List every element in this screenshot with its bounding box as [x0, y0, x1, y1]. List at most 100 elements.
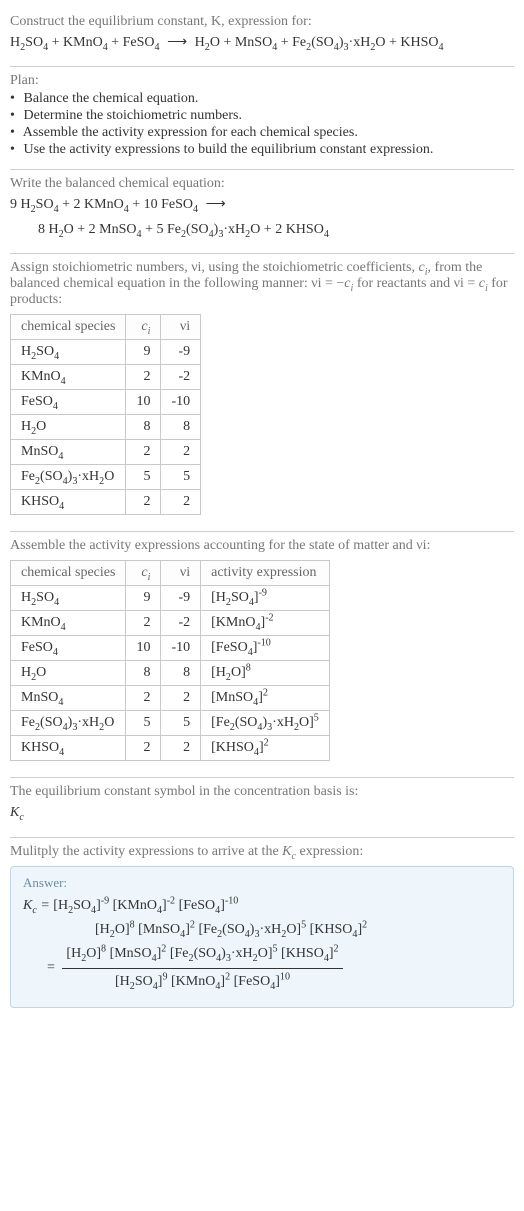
- kc-symbol-value: Kc: [10, 802, 514, 824]
- table-row: Fe2(SO4)3·xH2O55[Fe2(SO4)3·xH2O]5: [11, 711, 330, 736]
- table-row: H2O88[H2O]8: [11, 661, 330, 686]
- cell-species: H2O: [11, 415, 126, 440]
- multiply-section: Mulitply the activity expressions to arr…: [10, 838, 514, 1019]
- plan-item: • Determine the stoichiometric numbers.: [10, 108, 514, 124]
- cell-ci: 10: [126, 390, 161, 415]
- cell-vi: -10: [161, 390, 201, 415]
- cell-ci: 2: [126, 440, 161, 465]
- cell-species: FeSO4: [11, 390, 126, 415]
- cell-species: Fe2(SO4)3·xH2O: [11, 465, 126, 490]
- cell-species: KHSO4: [11, 490, 126, 515]
- table-row: KMnO42-2: [11, 365, 201, 390]
- cell-expr: [KMnO4]-2: [201, 611, 330, 636]
- bullet-icon: •: [10, 108, 20, 124]
- activity-table: chemical species ci νi activity expressi…: [10, 560, 330, 761]
- th-expr: activity expression: [201, 561, 330, 586]
- table-row: H2SO49-9: [11, 340, 201, 365]
- answer-line2: [H2O]8 [MnSO4]2 [Fe2(SO4)3·xH2O]5 [KHSO4…: [95, 919, 501, 941]
- cell-vi: -10: [161, 636, 201, 661]
- table-row: H2SO49-9[H2SO4]-9: [11, 586, 330, 611]
- prompt-equation: H2SO4 + KMnO4 + FeSO4 ⟶ H2O + MnSO4 + Fe…: [10, 32, 514, 54]
- cell-ci: 8: [126, 661, 161, 686]
- bullet-icon: •: [10, 142, 20, 158]
- table-row: FeSO410-10[FeSO4]-10: [11, 636, 330, 661]
- cell-species: H2SO4: [11, 340, 126, 365]
- cell-ci: 2: [126, 365, 161, 390]
- prompt-label: Construct the equilibrium constant, K, e…: [10, 14, 514, 30]
- cell-vi: 2: [161, 490, 201, 515]
- activity-title: Assemble the activity expressions accoun…: [10, 538, 514, 554]
- cell-species: MnSO4: [11, 440, 126, 465]
- cell-vi: 8: [161, 415, 201, 440]
- cell-species: KMnO4: [11, 365, 126, 390]
- prompt-section: Construct the equilibrium constant, K, e…: [10, 8, 514, 67]
- prompt-text: Construct the equilibrium constant, K, e…: [10, 14, 312, 29]
- th-species: chemical species: [11, 561, 126, 586]
- stoich-table: chemical species ci νi H2SO49-9KMnO42-2F…: [10, 314, 201, 515]
- cell-expr: [H2SO4]-9: [201, 586, 330, 611]
- balanced-eq-line2: 8 H2O + 2 MnSO4 + 5 Fe2(SO4)3·xH2O + 2 K…: [38, 219, 514, 241]
- answer-line1-factors: [H2SO4]-9 [KMnO4]-2 [FeSO4]-10: [53, 898, 238, 913]
- cell-vi: 2: [161, 736, 201, 761]
- page: Construct the equilibrium constant, K, e…: [0, 0, 524, 1026]
- cell-vi: 5: [161, 711, 201, 736]
- stoich-section: Assign stoichiometric numbers, νi, using…: [10, 254, 514, 532]
- cell-ci: 5: [126, 465, 161, 490]
- table-row: FeSO410-10: [11, 390, 201, 415]
- cell-expr: [KHSO4]2: [201, 736, 330, 761]
- cell-species: KHSO4: [11, 736, 126, 761]
- cell-species: MnSO4: [11, 686, 126, 711]
- cell-vi: -2: [161, 365, 201, 390]
- stoich-title: Assign stoichiometric numbers, νi, using…: [10, 260, 514, 308]
- equals-sign: =: [47, 960, 58, 975]
- cell-ci: 2: [126, 611, 161, 636]
- kc-symbol-section: The equilibrium constant symbol in the c…: [10, 778, 514, 837]
- cell-vi: 2: [161, 686, 201, 711]
- answer-fraction-line: = [H2O]8 [MnSO4]2 [Fe2(SO4)3·xH2O]5 [KHS…: [47, 943, 501, 993]
- table-row: H2O88: [11, 415, 201, 440]
- cell-expr: [FeSO4]-10: [201, 636, 330, 661]
- cell-ci: 2: [126, 736, 161, 761]
- cell-species: FeSO4: [11, 636, 126, 661]
- table-row: Fe2(SO4)3·xH2O55: [11, 465, 201, 490]
- kc-symbol-title: The equilibrium constant symbol in the c…: [10, 784, 514, 800]
- cell-expr: [Fe2(SO4)3·xH2O]5: [201, 711, 330, 736]
- table-row: KMnO42-2[KMnO4]-2: [11, 611, 330, 636]
- plan-title: Plan:: [10, 73, 514, 89]
- th-species: chemical species: [11, 315, 126, 340]
- answer-label: Answer:: [23, 875, 501, 891]
- plan-item: • Balance the chemical equation.: [10, 91, 514, 107]
- cell-vi: 8: [161, 661, 201, 686]
- balanced-title: Write the balanced chemical equation:: [10, 176, 514, 192]
- bullet-icon: •: [10, 125, 20, 141]
- balanced-section: Write the balanced chemical equation: 9 …: [10, 170, 514, 254]
- cell-vi: -9: [161, 340, 201, 365]
- plan-list: • Balance the chemical equation.• Determ…: [10, 91, 514, 158]
- cell-vi: 2: [161, 440, 201, 465]
- table-row: MnSO422: [11, 440, 201, 465]
- cell-ci: 9: [126, 340, 161, 365]
- cell-species: H2SO4: [11, 586, 126, 611]
- table-row: KHSO422: [11, 490, 201, 515]
- table-header-row: chemical species ci νi activity expressi…: [11, 561, 330, 586]
- fraction: [H2O]8 [MnSO4]2 [Fe2(SO4)3·xH2O]5 [KHSO4…: [62, 943, 342, 993]
- answer-box: Answer: Kc = [H2SO4]-9 [KMnO4]-2 [FeSO4]…: [10, 866, 514, 1009]
- plan-item: • Assemble the activity expression for e…: [10, 125, 514, 141]
- cell-expr: [MnSO4]2: [201, 686, 330, 711]
- cell-species: Fe2(SO4)3·xH2O: [11, 711, 126, 736]
- multiply-title: Mulitply the activity expressions to arr…: [10, 844, 514, 860]
- answer-line1: Kc = [H2SO4]-9 [KMnO4]-2 [FeSO4]-10: [59, 895, 501, 917]
- answer-line2-factors: [H2O]8 [MnSO4]2 [Fe2(SO4)3·xH2O]5 [KHSO4…: [95, 922, 367, 937]
- balanced-eq-line1: 9 H2SO4 + 2 KMnO4 + 10 FeSO4 ⟶: [10, 194, 514, 216]
- table-row: KHSO422[KHSO4]2: [11, 736, 330, 761]
- plan-section: Plan: • Balance the chemical equation.• …: [10, 67, 514, 170]
- fraction-numerator: [H2O]8 [MnSO4]2 [Fe2(SO4)3·xH2O]5 [KHSO4…: [62, 943, 342, 968]
- cell-ci: 5: [126, 711, 161, 736]
- cell-vi: -2: [161, 611, 201, 636]
- cell-ci: 10: [126, 636, 161, 661]
- fraction-denominator: [H2SO4]9 [KMnO4]2 [FeSO4]10: [62, 969, 342, 993]
- plan-item: • Use the activity expressions to build …: [10, 142, 514, 158]
- cell-ci: 2: [126, 686, 161, 711]
- cell-species: KMnO4: [11, 611, 126, 636]
- cell-ci: 2: [126, 490, 161, 515]
